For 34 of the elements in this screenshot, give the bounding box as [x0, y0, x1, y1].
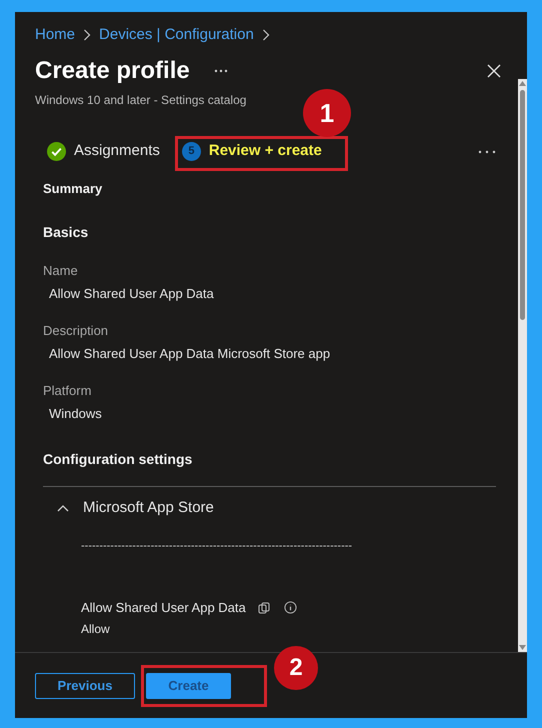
info-icon[interactable]	[284, 601, 297, 614]
field-value: Windows	[49, 404, 103, 422]
category-name: Microsoft App Store	[83, 498, 214, 518]
field-label: Platform	[43, 382, 92, 400]
scroll-down-icon[interactable]	[519, 645, 526, 650]
setting-value: Allow	[81, 620, 111, 638]
scrollbar[interactable]	[518, 78, 527, 652]
previous-button[interactable]: Previous	[35, 672, 135, 698]
scrollbar-thumb[interactable]	[520, 90, 525, 320]
field-label: Description	[43, 322, 110, 340]
chevron-right-icon	[262, 29, 270, 42]
chevron-right-icon	[83, 29, 92, 42]
chevron-up-icon[interactable]	[57, 504, 69, 512]
field-value: Allow Shared User App Data	[49, 284, 215, 303]
step-number: 5	[182, 142, 201, 161]
more-icon[interactable]	[214, 68, 228, 72]
page-title: Create profile	[35, 56, 190, 86]
field-label: Name	[43, 262, 79, 280]
wizard-step[interactable]: Assignments	[43, 136, 164, 166]
check-circle-icon	[47, 142, 66, 161]
page-subtitle: Windows 10 and later - Settings catalog	[35, 92, 248, 108]
field-value: Allow Shared User App Data Microsoft Store app	[49, 344, 332, 363]
breadcrumb-link[interactable]: Devices | Configuration	[99, 24, 254, 46]
breadcrumb-link[interactable]: Home	[35, 24, 76, 46]
wizard-step[interactable]: 5 Review + create	[178, 136, 326, 166]
copy-icon[interactable]	[258, 602, 270, 614]
setting-name: Allow Shared User App Data	[81, 599, 246, 617]
more-icon[interactable]	[478, 150, 496, 154]
section-heading: Summary	[43, 180, 104, 198]
section-heading: Configuration settings	[43, 450, 194, 469]
separator-text: --------------------------------------------------------------------------	[81, 538, 354, 554]
section-heading: Basics	[43, 223, 90, 242]
close-icon[interactable]	[487, 64, 501, 78]
scroll-up-icon[interactable]	[519, 80, 526, 86]
